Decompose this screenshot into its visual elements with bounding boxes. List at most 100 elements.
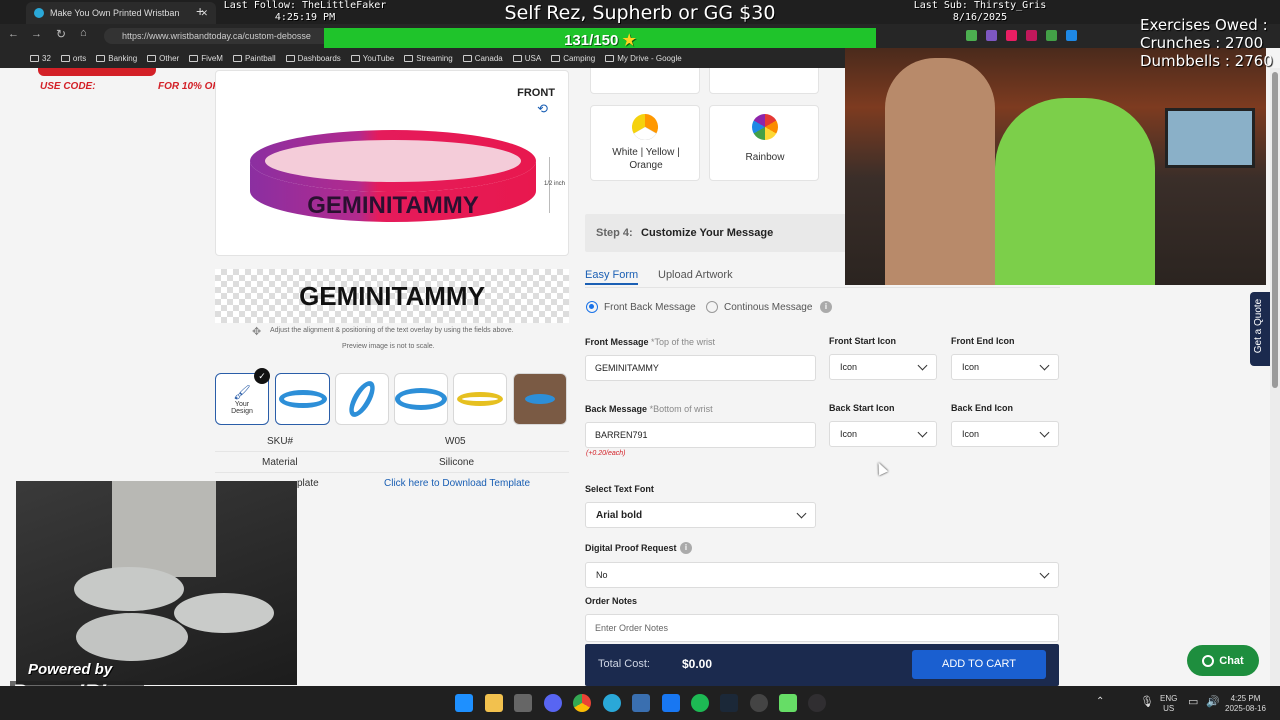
radio-continuous[interactable]: Continous Message: [706, 301, 812, 313]
bookmark-label: FiveM: [201, 53, 223, 63]
radio-front-back[interactable]: Front Back Message: [586, 301, 696, 313]
extension-icon[interactable]: [1066, 30, 1077, 41]
store-icon[interactable]: [514, 694, 532, 712]
color-option-rainbow[interactable]: Rainbow: [709, 105, 819, 181]
gallery-thumb[interactable]: [335, 373, 389, 425]
folder-icon: [189, 54, 199, 62]
chat-label: Chat: [1219, 654, 1244, 667]
edge-icon[interactable]: [603, 694, 621, 712]
spotify-icon[interactable]: [691, 694, 709, 712]
front-message-hint: *Top of the wrist: [651, 337, 716, 347]
promo-strip: USE CODE: FOR 10% OFF: [0, 68, 225, 98]
browser-tab[interactable]: Make You Own Printed Wristban ✕: [26, 2, 216, 24]
bookmark-item[interactable]: My Drive - Google: [605, 54, 682, 63]
folder-icon: [285, 54, 295, 62]
bookmark-item[interactable]: Banking: [96, 54, 137, 63]
extension-icon[interactable]: [966, 30, 977, 41]
back-start-icon-select[interactable]: Icon: [829, 421, 937, 447]
bookmark-item[interactable]: Canada: [462, 54, 503, 63]
bookmark-item[interactable]: Streaming: [404, 54, 453, 63]
order-notes-input[interactable]: Enter Order Notes: [585, 614, 1059, 642]
font-select[interactable]: Arial bold: [585, 502, 816, 528]
folder-icon: [350, 54, 360, 62]
scrollbar-thumb[interactable]: [1272, 72, 1278, 388]
color-option-top-left[interactable]: [590, 68, 700, 94]
bookmark-item[interactable]: Paintball: [232, 54, 276, 63]
language-indicator[interactable]: ENG US: [1160, 694, 1177, 714]
bookmark-item[interactable]: FiveM: [189, 54, 223, 63]
home-icon[interactable]: ⌂: [80, 27, 87, 39]
template-link[interactable]: Click here to Download Template: [384, 478, 530, 489]
info-icon[interactable]: i: [820, 301, 832, 313]
webcam-main: [845, 48, 1266, 285]
app-icon[interactable]: [779, 694, 797, 712]
chat-button[interactable]: Chat: [1187, 645, 1259, 676]
bookmark-item[interactable]: USA: [512, 53, 542, 63]
bookmark-item[interactable]: YouTube: [350, 54, 394, 63]
proof-select[interactable]: No: [585, 562, 1059, 588]
add-to-cart-button[interactable]: ADD TO CART: [912, 650, 1046, 679]
app-icon[interactable]: [632, 694, 650, 712]
color-option-white-yellow-orange[interactable]: White | Yellow | Orange: [590, 105, 700, 181]
extension-icon[interactable]: [1026, 30, 1037, 41]
bookmark-item[interactable]: orts: [60, 54, 86, 63]
mic-icon[interactable]: 🎙: [1140, 695, 1154, 708]
back-icon[interactable]: ←: [8, 28, 19, 40]
bookmark-item[interactable]: Dashboards: [285, 53, 341, 63]
notes-placeholder: Enter Order Notes: [595, 623, 669, 633]
goal-progress: 131/150: [564, 32, 619, 49]
start-icon[interactable]: [455, 694, 473, 712]
extension-icon[interactable]: [986, 30, 997, 41]
clock[interactable]: 4:25 PM 2025-08-16: [1225, 694, 1266, 714]
gallery-thumb[interactable]: [275, 373, 330, 425]
gallery-thumb[interactable]: [453, 373, 507, 425]
steam-icon[interactable]: [720, 694, 738, 712]
get-a-quote-tab[interactable]: Get a Quote: [1250, 292, 1272, 366]
bookmark-item[interactable]: Other: [147, 54, 179, 63]
edge-icon: [34, 8, 44, 18]
front-end-icon-select[interactable]: Icon: [951, 354, 1059, 380]
notes-label: Order Notes: [585, 596, 638, 606]
file-explorer-icon[interactable]: [485, 694, 503, 712]
reload-icon[interactable]: ↻: [56, 27, 66, 41]
lang-code: ENG: [1160, 694, 1178, 703]
bookmark-item[interactable]: Camping: [551, 54, 595, 63]
obs-icon[interactable]: [808, 694, 826, 712]
gallery-thumb[interactable]: [513, 373, 567, 425]
check-icon: ✓: [254, 368, 270, 384]
new-tab-button[interactable]: +: [196, 3, 204, 19]
back-end-icon-select[interactable]: Icon: [951, 421, 1059, 447]
back-message-input[interactable]: BARREN791: [585, 422, 816, 448]
color-option-top-right[interactable]: [709, 68, 819, 94]
back-start-icon-label: Back Start Icon: [829, 403, 895, 413]
side-label: FRONT: [517, 87, 555, 99]
paint-roller-icon: 🖌: [233, 383, 251, 400]
front-start-icon-select[interactable]: Icon: [829, 354, 937, 380]
flip-icon[interactable]: ⟲: [537, 101, 548, 117]
bookmark-item[interactable]: 32: [30, 54, 51, 63]
tray-chevron-icon[interactable]: ⌃: [1096, 696, 1104, 707]
info-icon[interactable]: i: [680, 542, 692, 554]
extension-icon[interactable]: [1006, 30, 1017, 41]
discord-icon[interactable]: [544, 694, 562, 712]
front-message-input[interactable]: GEMINITAMMY: [585, 355, 816, 381]
bookmark-label: Dashboards: [297, 53, 341, 63]
tab-upload-artwork[interactable]: Upload Artwork: [658, 265, 733, 283]
bookmark-label: USA: [524, 53, 542, 63]
extension-icon[interactable]: [1046, 30, 1057, 41]
sub-date: 8/16/2025: [952, 12, 1008, 23]
gallery-thumb[interactable]: [394, 373, 448, 425]
clock-date: 2025-08-16: [1225, 704, 1266, 713]
font-value: Arial bold: [596, 509, 643, 521]
forward-icon[interactable]: →: [31, 28, 42, 40]
messages-icon[interactable]: [662, 694, 680, 712]
network-icon[interactable]: ▭: [1188, 695, 1198, 708]
app-icon[interactable]: [750, 694, 768, 712]
url-field[interactable]: https://www.wristbandtoday.ca/custom-deb…: [104, 28, 334, 44]
text-overlay-preview[interactable]: GEMINITAMMY: [215, 269, 569, 323]
chrome-icon[interactable]: [573, 694, 591, 712]
volume-icon[interactable]: 🔊: [1206, 695, 1220, 708]
get-a-quote-label: Get a Quote: [1253, 298, 1264, 354]
tab-easy-form[interactable]: Easy Form: [585, 265, 639, 285]
your-design-label: Your Design: [231, 400, 253, 415]
